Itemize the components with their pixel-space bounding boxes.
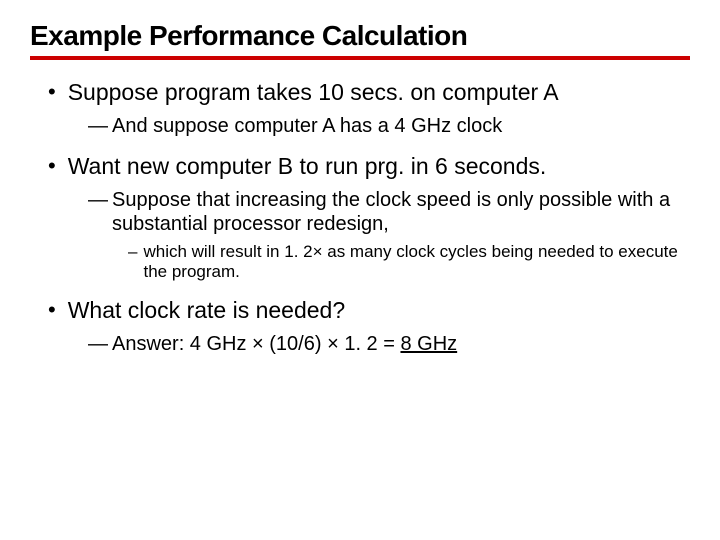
answer-result: 8 GHz <box>400 333 457 355</box>
subbullet-text: Suppose that increasing the clock speed … <box>112 188 690 236</box>
bullet-dot-icon: • <box>48 152 56 180</box>
emdash-icon: — <box>88 114 108 138</box>
emdash-icon: — <box>88 332 108 356</box>
subbullet-clock-a: — And suppose computer A has a 4 GHz clo… <box>88 114 690 138</box>
endash-icon: – <box>128 242 137 262</box>
bullet-text: Suppose program takes 10 secs. on comput… <box>68 78 559 106</box>
bullet-dot-icon: • <box>48 296 56 324</box>
bullet-text: What clock rate is needed? <box>68 296 345 324</box>
subbullet-text: And suppose computer A has a 4 GHz clock <box>112 114 502 138</box>
subbullet-answer: — Answer: 4 GHz × (10/6) × 1. 2 = 8 GHz <box>88 332 690 356</box>
bullet-dot-icon: • <box>48 78 56 106</box>
bullet-question: • What clock rate is needed? <box>48 296 690 324</box>
emdash-icon: — <box>88 188 108 212</box>
answer-prefix: Answer: 4 GHz × (10/6) × 1. 2 = <box>112 333 400 355</box>
bullet-want-b: • Want new computer B to run prg. in 6 s… <box>48 152 690 180</box>
subbullet-redesign: — Suppose that increasing the clock spee… <box>88 188 690 236</box>
subsubbullet-cycles: – which will result in 1. 2× as many clo… <box>128 242 690 282</box>
answer-text: Answer: 4 GHz × (10/6) × 1. 2 = 8 GHz <box>112 332 457 356</box>
slide-title: Example Performance Calculation <box>30 20 690 60</box>
bullet-suppose-a: • Suppose program takes 10 secs. on comp… <box>48 78 690 106</box>
bullet-text: Want new computer B to run prg. in 6 sec… <box>68 152 547 180</box>
subsubbullet-text: which will result in 1. 2× as many clock… <box>143 242 690 282</box>
